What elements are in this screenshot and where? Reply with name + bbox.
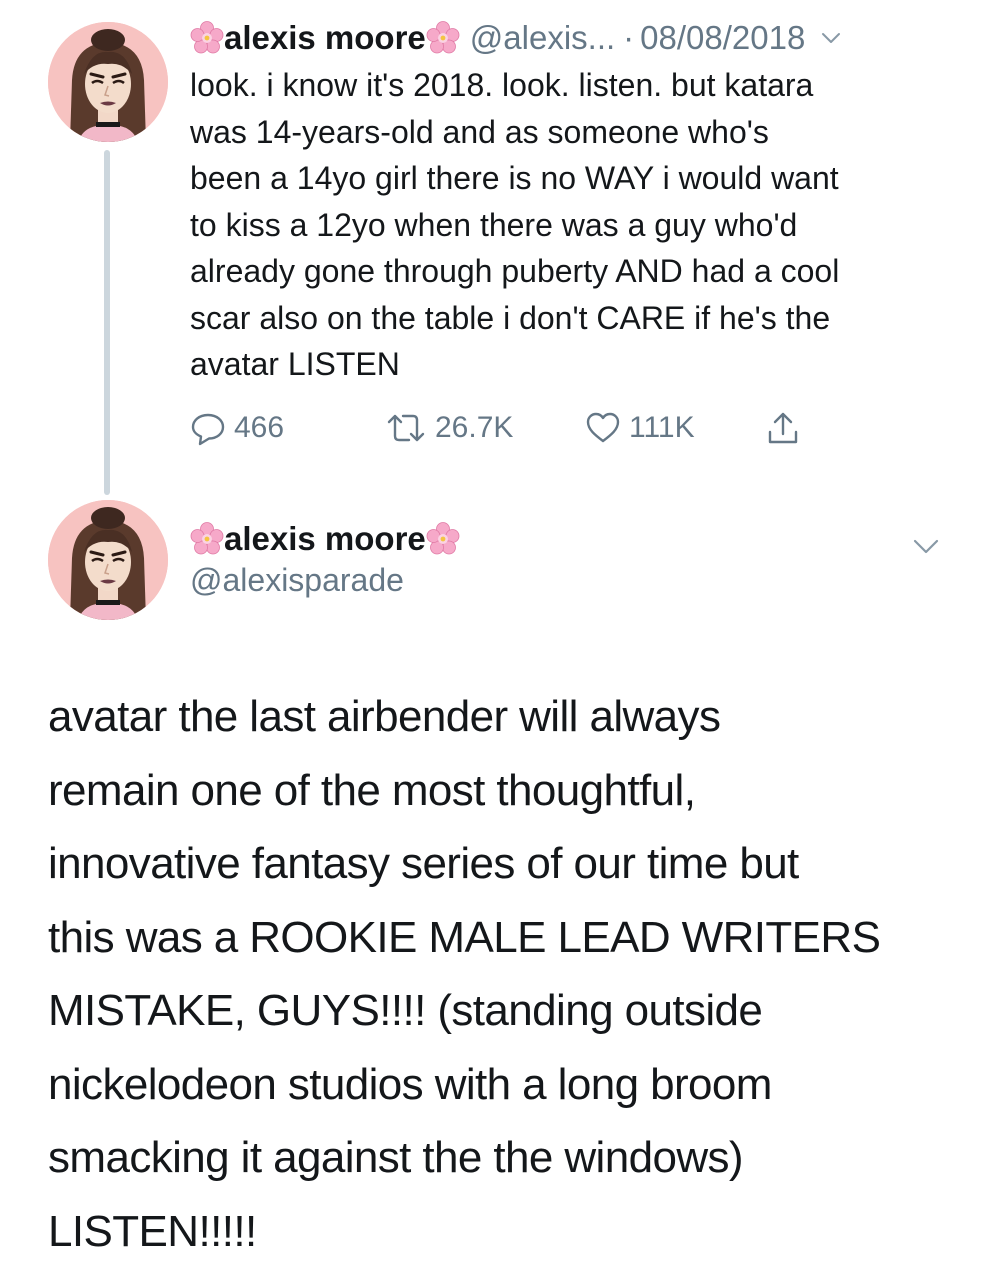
- display-name[interactable]: alexis moore: [224, 520, 426, 558]
- cherry-blossom-icon: [426, 21, 460, 54]
- reply-count: 466: [234, 411, 285, 444]
- cherry-blossom-icon: [190, 522, 224, 555]
- heart-icon: [586, 412, 620, 443]
- separator-dot: ·: [623, 19, 635, 56]
- tweet-date[interactable]: 08/08/2018: [640, 19, 805, 57]
- thread-connector-line: [104, 150, 110, 495]
- tweet-text: avatar the last airbender will always re…: [48, 692, 881, 1256]
- retweet-button[interactable]: 26.7K: [385, 405, 513, 451]
- user-handle[interactable]: @alexisparade: [190, 562, 404, 599]
- user-handle[interactable]: @alexis...: [470, 19, 615, 57]
- tweet-text: look. i know it's 2018. look. listen. bu…: [190, 67, 840, 382]
- like-button[interactable]: 111K: [585, 405, 695, 451]
- share-icon: [768, 412, 798, 444]
- tweet-actions: 466 26.7K 111K: [190, 405, 850, 451]
- cherry-blossom-icon: [190, 21, 224, 54]
- share-button[interactable]: [765, 405, 809, 451]
- retweet-icon: [387, 414, 425, 442]
- chevron-down-icon[interactable]: [910, 530, 942, 562]
- retweet-count: 26.7K: [435, 411, 514, 444]
- tweet-header: alexis moore: [190, 514, 460, 564]
- avatar[interactable]: [48, 500, 168, 620]
- tweet-header: alexis moore @alexis... · 08/08/2018: [190, 16, 950, 60]
- chevron-down-icon[interactable]: [819, 26, 843, 50]
- display-name[interactable]: alexis moore: [224, 19, 426, 57]
- avatar[interactable]: [48, 22, 168, 142]
- cherry-blossom-icon: [426, 522, 460, 555]
- like-count: 111K: [629, 411, 695, 444]
- reply-button[interactable]: 466: [190, 405, 284, 451]
- reply-icon: [191, 413, 225, 446]
